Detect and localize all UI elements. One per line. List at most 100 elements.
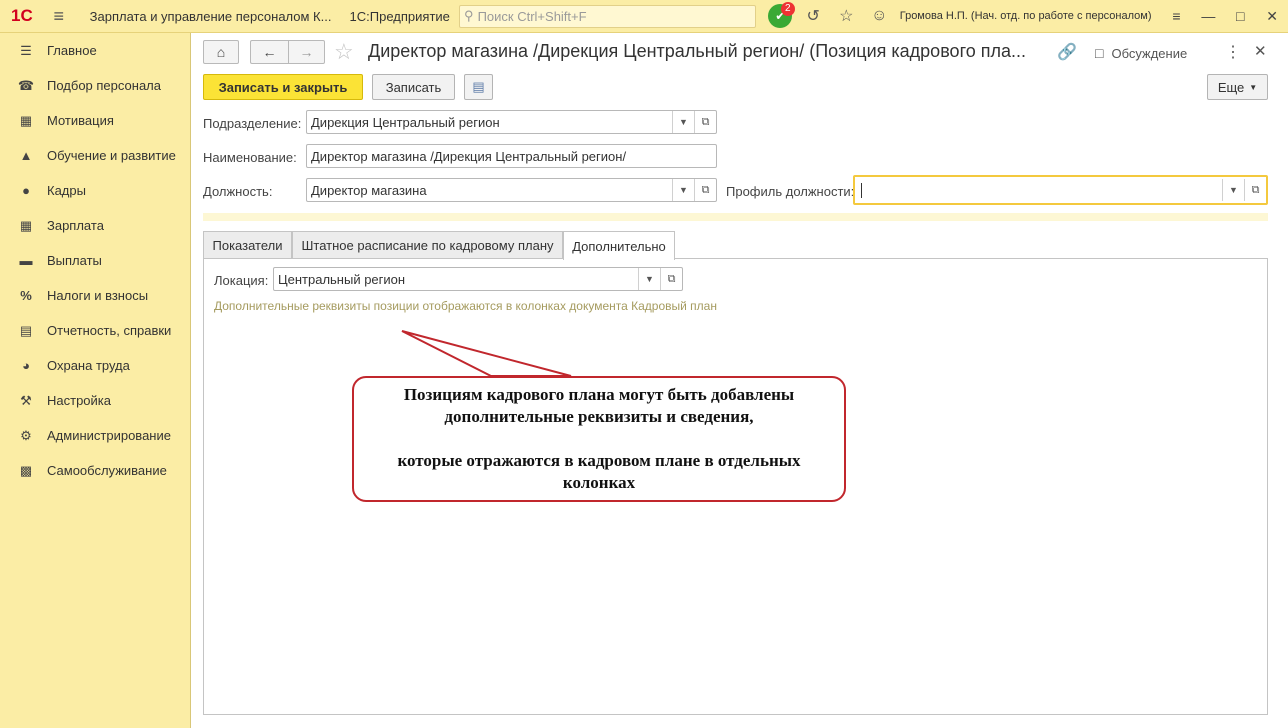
- notifications-badge: 2: [780, 1, 795, 16]
- profile-field[interactable]: ▼ ⧉: [853, 175, 1268, 205]
- sections-sidebar: ☰ Главное ☎ Подбор персонала ▦ Мотивация ▲ О…: [0, 33, 191, 728]
- phone-icon: ☎: [17, 77, 35, 93]
- callout-line-3: которые отражаются в кадровом плане в от…: [397, 451, 801, 470]
- main-area: ⌂ ← → ☆ Директор магазина /Дирекция Цент…: [191, 33, 1288, 728]
- sidebar-item-label: Подбор персонала: [47, 78, 161, 93]
- global-search-input[interactable]: ⚲ Поиск Ctrl+Shift+F: [459, 4, 756, 28]
- open-icon[interactable]: ⧉: [660, 268, 682, 290]
- save-button[interactable]: Записать: [372, 74, 455, 100]
- location-value: Центральный регион: [278, 271, 406, 287]
- notifications-button[interactable]: ✔ 2: [764, 0, 797, 33]
- app-name: Зарплата и управление персоналом К...: [89, 8, 332, 24]
- settings-lines-icon[interactable]: ≡: [1161, 0, 1193, 33]
- department-value: Дирекция Центральный регион: [311, 114, 500, 130]
- home-icon: ⌂: [216, 44, 226, 60]
- sidebar-item-motivation[interactable]: ▦ Мотивация: [0, 103, 190, 138]
- home-button[interactable]: ⌂: [203, 40, 239, 64]
- close-form-icon[interactable]: ✕: [1254, 42, 1267, 60]
- favorite-star-icon[interactable]: ☆: [334, 39, 354, 65]
- sidebar-item-label: Самообслуживание: [47, 463, 167, 478]
- profile-label: Профиль должности:: [726, 184, 855, 199]
- helmet-icon: ◕: [22, 358, 30, 373]
- sidebar-item-taxes[interactable]: % Налоги и взносы: [0, 278, 190, 313]
- callout-line-1: Позициям кадрового плана могут быть доба…: [403, 385, 795, 404]
- open-icon[interactable]: ⧉: [694, 179, 716, 201]
- document-title: Директор магазина /Дирекция Центральный …: [368, 41, 1027, 61]
- name-label: Наименование:: [203, 150, 297, 165]
- more-button[interactable]: Еще ▼: [1207, 74, 1268, 100]
- sidebar-item-salary[interactable]: ▦ Зарплата: [0, 208, 190, 243]
- forward-button[interactable]: →: [288, 40, 325, 64]
- gear-icon: ⚙: [20, 427, 32, 443]
- sidebar-item-hr[interactable]: ● Кадры: [0, 173, 190, 208]
- maximize-icon[interactable]: □: [1224, 0, 1256, 33]
- tab-additional[interactable]: Дополнительно: [563, 231, 675, 260]
- sidebar-item-label: Мотивация: [47, 113, 114, 128]
- close-window-icon[interactable]: ✕: [1256, 0, 1288, 33]
- sidebar-item-label: Налоги и взносы: [47, 288, 149, 303]
- sidebar-item-payments[interactable]: ▬ Выплаты: [0, 243, 190, 278]
- dropdown-arrow-icon[interactable]: ▼: [638, 268, 660, 290]
- name-field[interactable]: Директор магазина /Дирекция Центральный …: [306, 144, 717, 168]
- back-button[interactable]: ←: [250, 40, 288, 64]
- wallet-icon: ▬: [19, 253, 33, 268]
- link-icon[interactable]: 🔗: [1057, 42, 1077, 62]
- position-field[interactable]: Директор магазина ▼ ⧉: [306, 178, 717, 202]
- search-placeholder: Поиск Ctrl+Shift+F: [477, 8, 587, 24]
- sidebar-item-admin[interactable]: ⚙ Администрирование: [0, 418, 190, 453]
- more-actions-icon[interactable]: ⋮: [1225, 42, 1241, 62]
- tab-indicators[interactable]: Показатели: [203, 231, 292, 259]
- discussion-label: Обсуждение: [1111, 45, 1188, 61]
- sidebar-item-recruiting[interactable]: ☎ Подбор персонала: [0, 68, 190, 103]
- history-icon[interactable]: ↺: [797, 0, 830, 33]
- current-user[interactable]: Громова Н.П. (Нач. отд. по работе с перс…: [900, 10, 1161, 22]
- name-value: Директор магазина /Дирекция Центральный …: [311, 148, 627, 164]
- sidebar-item-training[interactable]: ▲ Обучение и развитие: [0, 138, 190, 173]
- graduation-cap-icon: ▲: [19, 148, 33, 163]
- sidebar-item-label: Отчетность, справки: [47, 323, 172, 338]
- text-caret: [861, 182, 862, 198]
- sidebar-item-label: Главное: [47, 43, 97, 58]
- department-field[interactable]: Дирекция Центральный регион ▼ ⧉: [306, 110, 717, 134]
- position-label: Должность:: [203, 184, 273, 199]
- save-and-close-button[interactable]: Записать и закрыть: [203, 74, 363, 100]
- chat-icon: □: [1095, 45, 1104, 61]
- dropdown-arrow-icon[interactable]: ▼: [672, 111, 694, 133]
- chevron-down-icon: ▼: [1249, 82, 1258, 92]
- sidebar-item-safety[interactable]: ◕ Охрана труда: [0, 348, 190, 383]
- callout-line-2: дополнительные реквизиты и сведения,: [444, 407, 754, 426]
- tab-staffing[interactable]: Штатное расписание по кадровому плану: [292, 231, 563, 259]
- wrench-icon: ⚒: [20, 392, 32, 408]
- position-value: Директор магазина: [311, 182, 427, 198]
- dropdown-arrow-icon[interactable]: ▼: [1222, 179, 1244, 201]
- dropdown-arrow-icon[interactable]: ▼: [672, 179, 694, 201]
- additional-hint: Дополнительные реквизиты позиции отображ…: [214, 299, 717, 313]
- location-label: Локация:: [214, 273, 269, 288]
- people-icon: ●: [22, 183, 30, 198]
- report-print-button[interactable]: ▤: [464, 74, 493, 100]
- arrow-left-icon: ←: [262, 44, 277, 60]
- document-icon: ▤: [472, 79, 485, 94]
- percent-icon: %: [20, 288, 32, 303]
- sidebar-item-label: Настройка: [47, 393, 111, 408]
- sidebar-item-main[interactable]: ☰ Главное: [0, 33, 190, 68]
- gift-icon: ▦: [19, 112, 33, 128]
- message-strip: [203, 213, 1268, 221]
- main-menu-icon[interactable]: ≡: [44, 0, 74, 33]
- minimize-icon[interactable]: —: [1192, 0, 1224, 33]
- search-icon: ⚲: [464, 8, 474, 23]
- discussion-button[interactable]: □ Обсуждение: [1095, 45, 1187, 61]
- open-icon[interactable]: ⧉: [1244, 179, 1266, 201]
- location-field[interactable]: Центральный регион ▼ ⧉: [273, 267, 683, 291]
- sidebar-item-settings[interactable]: ⚒ Настройка: [0, 383, 190, 418]
- user-icon[interactable]: ☺: [863, 0, 896, 33]
- sidebar-item-label: Обучение и развитие: [47, 148, 176, 163]
- arrow-right-icon: →: [299, 44, 314, 60]
- favorites-star-icon[interactable]: ☆: [830, 0, 863, 33]
- sidebar-item-reports[interactable]: ▤ Отчетность, справки: [0, 313, 190, 348]
- open-icon[interactable]: ⧉: [694, 111, 716, 133]
- menu-icon: ☰: [20, 42, 32, 58]
- sidebar-item-selfservice[interactable]: ▩ Самообслуживание: [0, 453, 190, 488]
- sidebar-item-label: Охрана труда: [47, 358, 130, 373]
- sidebar-item-label: Администрирование: [47, 428, 171, 443]
